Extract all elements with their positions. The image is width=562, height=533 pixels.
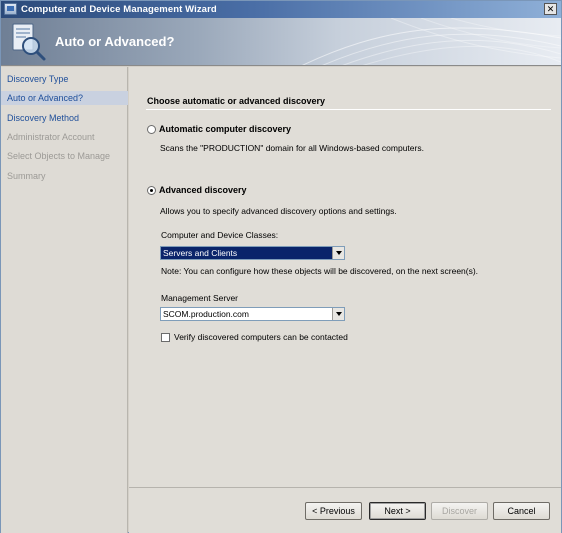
advanced-discovery-label[interactable]: Advanced discovery	[159, 185, 247, 195]
window-title: Computer and Device Management Wizard	[21, 4, 217, 15]
automatic-discovery-label[interactable]: Automatic computer discovery	[159, 124, 291, 134]
wizard-step-list: Discovery Type Auto or Advanced? Discove…	[1, 67, 128, 533]
device-classes-note: Note: You can configure how these object…	[161, 266, 479, 276]
close-button[interactable]: ✕	[544, 3, 557, 15]
step-summary: Summary	[7, 171, 46, 181]
section-title: Choose automatic or advanced discovery	[147, 96, 326, 106]
management-server-label: Management Server	[161, 293, 239, 303]
management-server-select[interactable]: SCOM.production.com	[160, 307, 345, 321]
device-classes-value: Servers and Clients	[163, 248, 238, 258]
verify-computers-checkbox[interactable]	[161, 333, 170, 342]
discovery-magnifier-icon	[12, 23, 46, 61]
wizard-footer: < Previous Next > Discover Cancel	[129, 487, 561, 533]
page-title: Auto or Advanced?	[55, 34, 175, 49]
wizard-window: Computer and Device Management Wizard ✕ …	[0, 0, 562, 533]
step-select-objects: Select Objects to Manage	[7, 151, 111, 161]
device-classes-label: Computer and Device Classes:	[161, 230, 279, 240]
management-server-value: SCOM.production.com	[163, 309, 249, 319]
advanced-discovery-description: Allows you to specify advanced discovery…	[160, 206, 397, 216]
step-discovery-method[interactable]: Discovery Method	[1, 111, 128, 125]
step-discovery-type[interactable]: Discovery Type	[1, 72, 128, 86]
step-auto-or-advanced[interactable]: Auto or Advanced?	[1, 91, 128, 105]
window-app-icon	[4, 3, 17, 15]
previous-button[interactable]: < Previous	[305, 502, 362, 520]
wizard-content: Choose automatic or advanced discovery A…	[129, 67, 561, 487]
cancel-button[interactable]: Cancel	[493, 502, 550, 520]
next-button[interactable]: Next >	[369, 502, 426, 520]
wizard-header: Auto or Advanced?	[1, 18, 561, 66]
discover-button: Discover	[431, 502, 488, 520]
automatic-discovery-radio[interactable]	[147, 125, 156, 134]
device-classes-select[interactable]: Servers and Clients	[160, 246, 345, 260]
verify-computers-label[interactable]: Verify discovered computers can be conta…	[174, 332, 348, 342]
chevron-down-icon[interactable]	[332, 247, 344, 259]
chevron-down-icon[interactable]	[332, 308, 344, 320]
section-divider	[146, 109, 551, 110]
header-swirl-decoration	[301, 18, 561, 65]
title-bar: Computer and Device Management Wizard ✕	[1, 1, 561, 18]
advanced-discovery-radio[interactable]	[147, 186, 156, 195]
step-administrator-account: Administrator Account	[7, 132, 95, 142]
automatic-discovery-description: Scans the "PRODUCTION" domain for all Wi…	[160, 143, 424, 153]
